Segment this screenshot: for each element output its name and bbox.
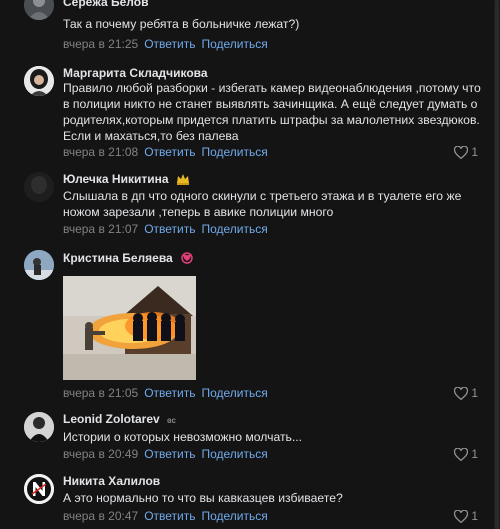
comment-meta: вчера в 20:47 Ответить Поделиться xyxy=(63,509,268,523)
share-link[interactable]: Поделиться xyxy=(201,509,267,523)
comment-text: А это нормально то что вы кавказцев изби… xyxy=(63,491,343,505)
reply-link[interactable]: Ответить xyxy=(144,509,195,523)
like-count: 1 xyxy=(471,509,479,523)
comment-author[interactable]: Никита Халилов xyxy=(63,474,160,488)
avatar[interactable] xyxy=(24,474,54,504)
scrollbar-thumb[interactable] xyxy=(495,0,499,529)
comment-item: Никита Халилов А это нормально то что вы… xyxy=(0,0,494,529)
comment-time[interactable]: вчера в 20:47 xyxy=(63,509,138,523)
heart-icon xyxy=(453,509,469,524)
like-button[interactable]: 1 xyxy=(453,509,479,524)
